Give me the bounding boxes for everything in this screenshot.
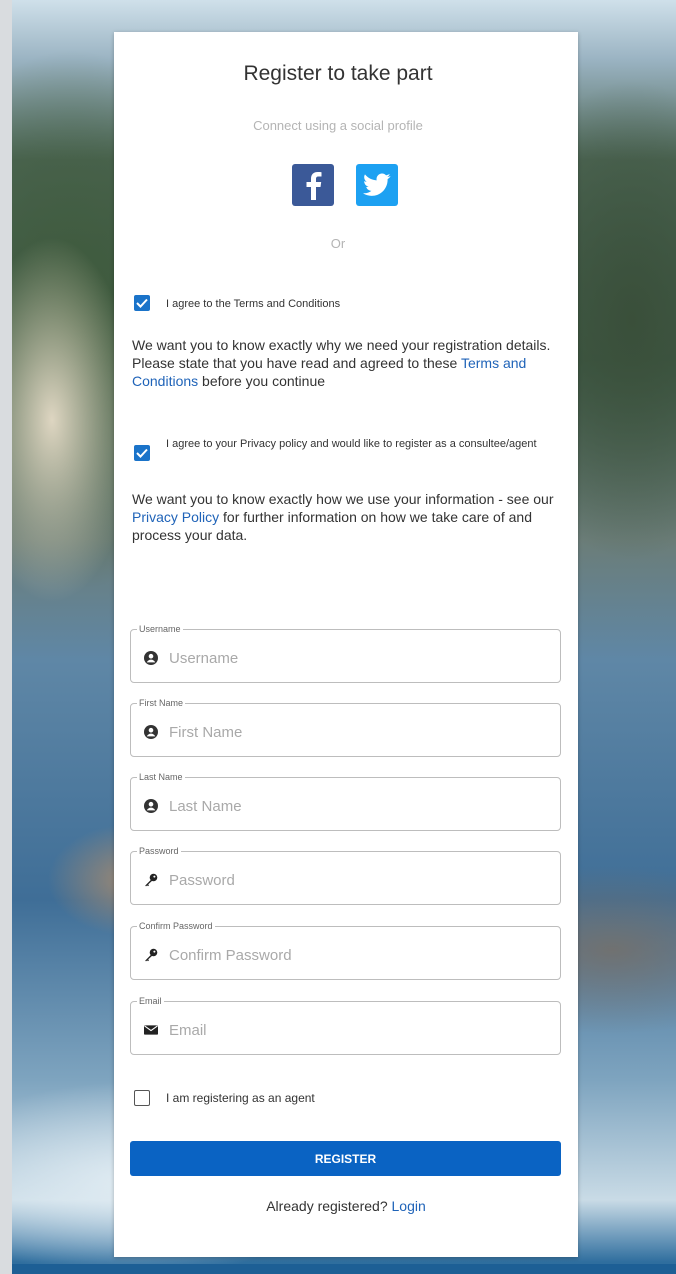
first-name-legend: First Name [137,698,186,708]
terms-checkbox[interactable] [134,295,150,311]
login-line: Already registered? Login [114,1198,578,1214]
email-field: Email [130,996,561,1055]
checkmark-icon [136,448,148,458]
privacy-info-text: We want you to know exactly how we use y… [132,491,554,507]
user-icon [144,651,158,665]
first-name-input[interactable] [167,718,547,746]
checkmark-icon [136,298,148,308]
username-legend: Username [137,624,183,634]
login-prompt: Already registered? [266,1198,388,1214]
agent-label[interactable]: I am registering as an agent [166,1090,315,1106]
facebook-icon [306,172,322,200]
envelope-icon [144,1023,158,1037]
terms-info: We want you to know exactly why we need … [132,336,560,390]
privacy-checkbox[interactable] [134,445,150,461]
twitter-icon [363,173,391,196]
privacy-label[interactable]: I agree to your Privacy policy and would… [166,436,546,452]
terms-info-text-end: before you continue [198,373,326,389]
user-icon [144,725,158,739]
user-icon [144,799,158,813]
email-input[interactable] [167,1016,547,1044]
page-title: Register to take part [243,62,433,85]
register-button[interactable]: REGISTER [130,1141,561,1176]
first-name-field: First Name [130,698,561,757]
facebook-button[interactable] [292,164,334,206]
username-field: Username [130,624,561,683]
confirm-password-input[interactable] [167,941,547,969]
confirm-password-field: Confirm Password [130,921,561,980]
password-field: Password [130,846,561,905]
password-input[interactable] [167,866,547,894]
background-bottom-bar [12,1264,676,1274]
password-legend: Password [137,846,181,856]
confirm-password-legend: Confirm Password [137,921,215,931]
username-input[interactable] [167,644,547,672]
privacy-info: We want you to know exactly how we use y… [132,490,560,544]
social-buttons [292,164,422,208]
last-name-field: Last Name [130,772,561,831]
agent-checkbox[interactable] [134,1090,150,1106]
last-name-input[interactable] [167,792,547,820]
social-prompt: Connect using a social profile [253,118,423,133]
key-icon [144,948,158,962]
last-name-legend: Last Name [137,772,185,782]
login-link[interactable]: Login [392,1198,426,1214]
privacy-link[interactable]: Privacy Policy [132,509,219,525]
email-legend: Email [137,996,164,1006]
or-divider: Or [330,236,346,251]
key-icon [144,873,158,887]
twitter-button[interactable] [356,164,398,206]
terms-label[interactable]: I agree to the Terms and Conditions [166,296,340,312]
